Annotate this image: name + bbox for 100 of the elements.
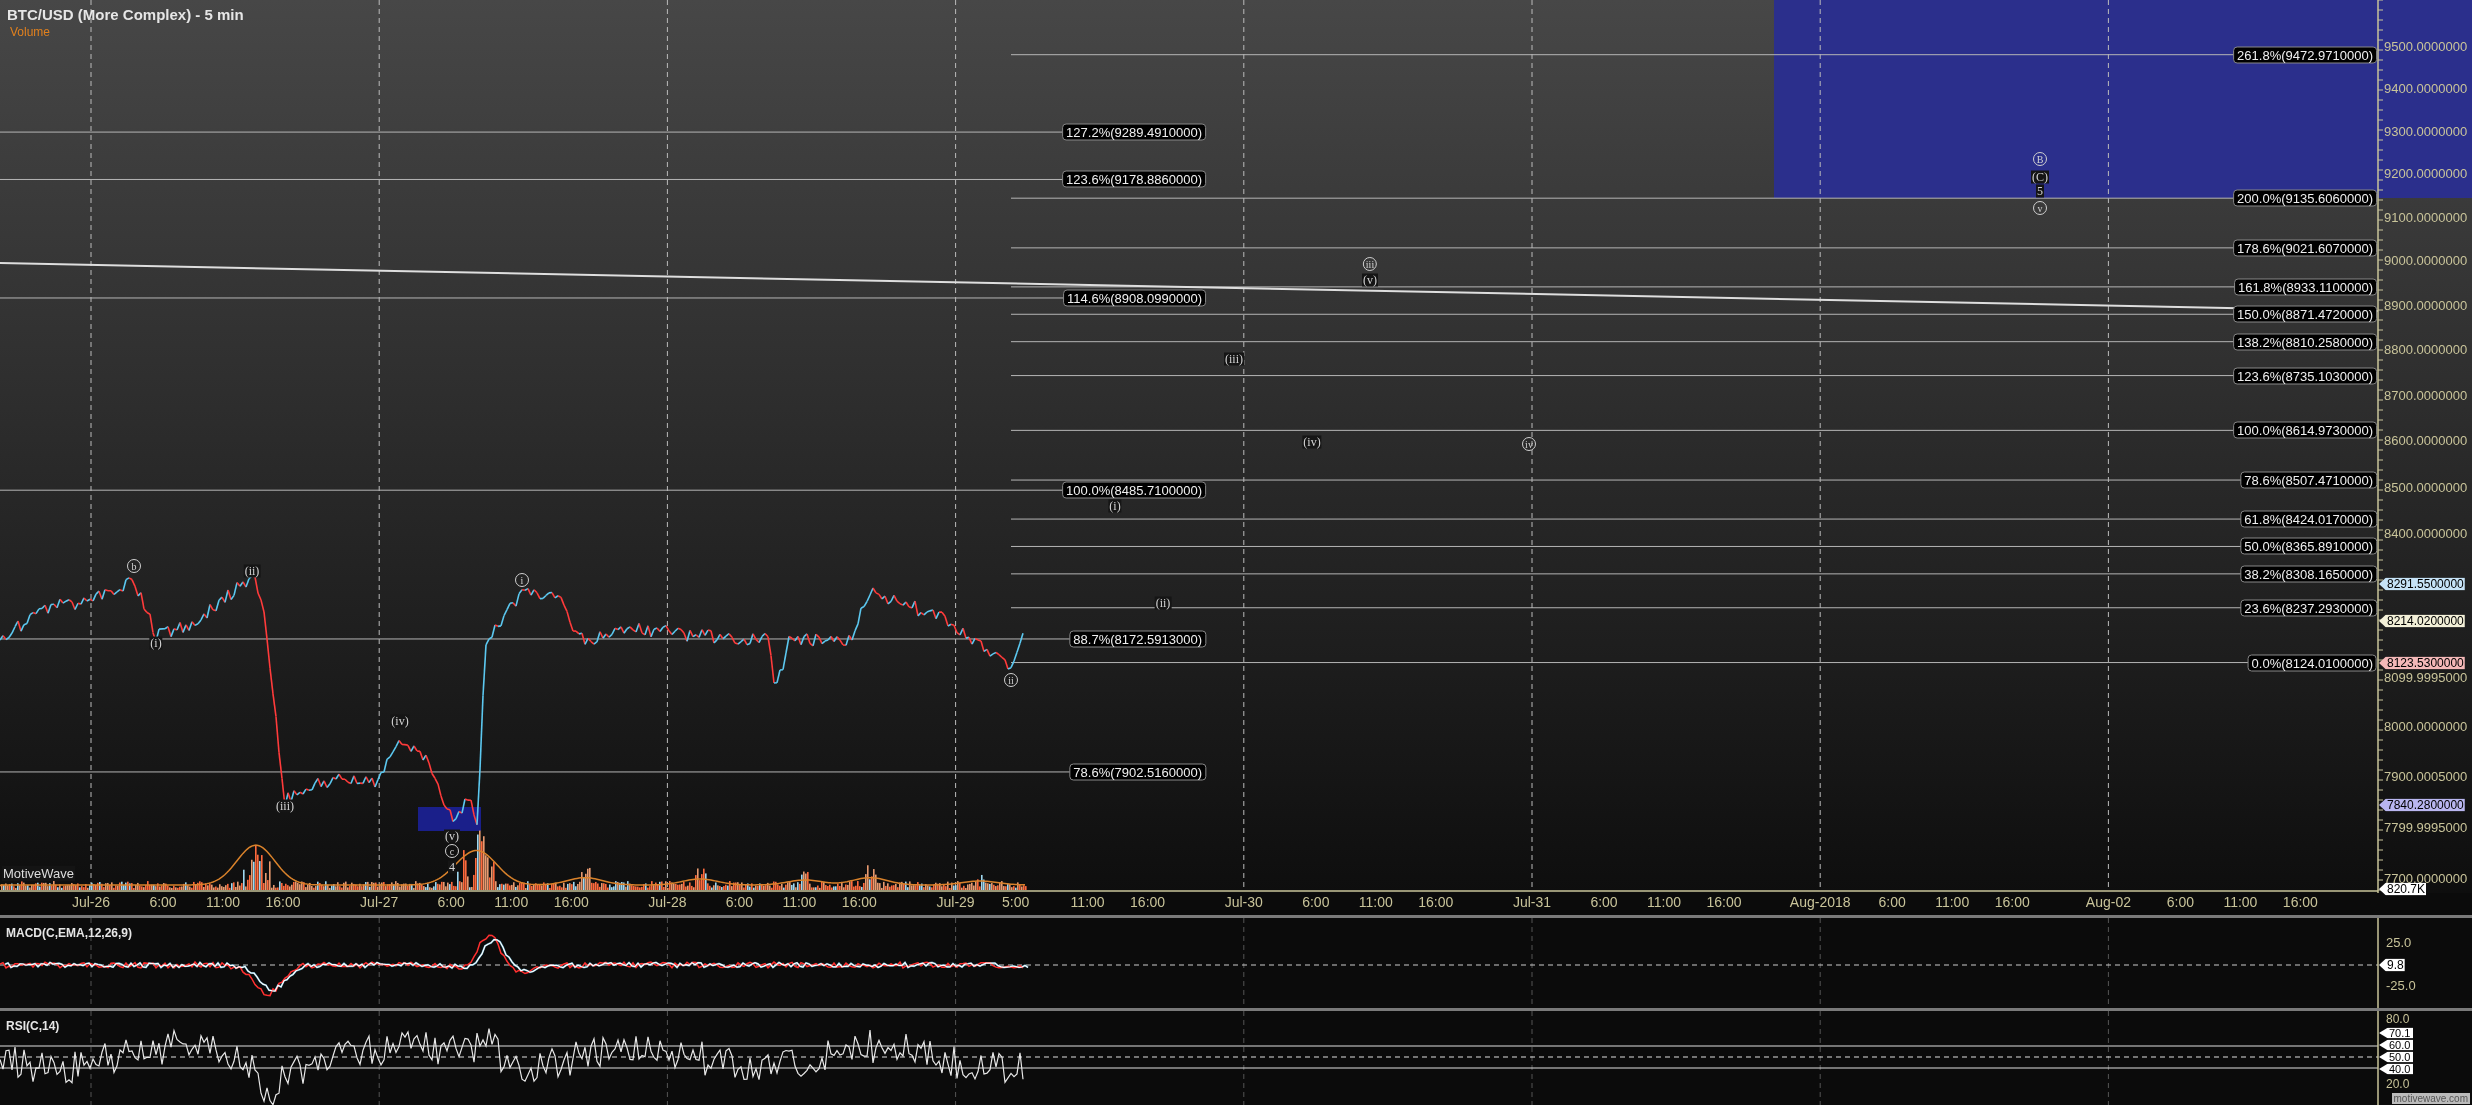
fib-level-label: 178.6%(9021.6070000)	[2233, 239, 2377, 257]
price-tag: 40.0	[2379, 1063, 2414, 1075]
wave-label: (i)	[1108, 499, 1122, 513]
price-tag: 8291.5500000	[2379, 577, 2465, 591]
fib-level-label: 61.8%(8424.0170000)	[2240, 510, 2377, 528]
price-axis-label: 8600.0000000	[2384, 433, 2468, 447]
time-axis-label: 6:00	[1302, 895, 1330, 910]
time-axis-label: Aug-02	[2085, 895, 2131, 910]
wave-label: (C)	[2031, 170, 2049, 184]
price-tag: 8214.0200000	[2379, 614, 2465, 628]
price-axis-label: 9500.0000000	[2384, 39, 2468, 53]
time-axis-label: Aug-2018	[1789, 895, 1851, 910]
price-tag: 60.0	[2379, 1039, 2414, 1051]
price-axis-label: 8000.0000000	[2384, 719, 2468, 733]
price-axis-label: 7700.0000000	[2384, 871, 2468, 885]
fib-level-label: 150.0%(8871.4720000)	[2233, 305, 2377, 323]
fib-level-label: 123.6%(9178.8860000)	[1062, 170, 1206, 188]
time-axis-label: 16:00	[841, 895, 877, 910]
time-axis-label: 6:00	[725, 895, 753, 910]
price-axis-label: 9000.0000000	[2384, 253, 2468, 267]
price-tag: 50.0	[2379, 1051, 2414, 1063]
price-tag: 8123.5300000	[2379, 656, 2465, 670]
price-tag: 9.8	[2379, 958, 2405, 972]
price-axis-label: 9300.0000000	[2384, 124, 2468, 138]
price-axis-label: 8400.0000000	[2384, 526, 2468, 540]
time-axis-label: 6:00	[1878, 895, 1906, 910]
fib-level-label: 38.2%(8308.1650000)	[2240, 565, 2377, 583]
time-axis-label: 11:00	[1647, 895, 1681, 910]
macd-axis-label: 25.0	[2386, 936, 2412, 950]
zone-marker	[418, 807, 481, 831]
volume-legend: Volume	[10, 23, 51, 41]
time-axis-label: 11:00	[782, 895, 817, 910]
time-axis-label: 11:00	[2223, 895, 2258, 910]
time-axis-label: 11:00	[1935, 895, 1970, 910]
time-axis-label: Jul-27	[360, 895, 399, 910]
price-axis-label: 8099.9995000	[2384, 670, 2468, 684]
fib-level-label: 261.8%(9472.9710000)	[2233, 46, 2377, 64]
time-axis-label: 16:00	[1418, 895, 1454, 910]
price-axis-label: 9200.0000000	[2384, 166, 2468, 180]
wave-label: (iii)	[275, 799, 295, 813]
time-axis-label: 16:00	[1130, 895, 1166, 910]
chart-title: BTC/USD (More Complex) - 5 min	[7, 5, 244, 25]
time-axis-label: 11:00	[1358, 895, 1393, 910]
rsi-title: RSI(C,14)	[6, 1018, 60, 1035]
time-axis-label: 16:00	[553, 895, 589, 910]
fib-level-label: 161.8%(8933.1100000)	[2234, 278, 2377, 296]
price-tag: 820.7K	[2379, 882, 2427, 896]
price-axis-label: 9400.0000000	[2384, 81, 2468, 95]
time-axis-label: Jul-26	[71, 895, 111, 910]
time-axis-label: 16:00	[1706, 895, 1742, 910]
fib-level-label: 78.6%(7902.5160000)	[1069, 763, 1206, 781]
fib-level-label: 0.0%(8124.0100000)	[2247, 654, 2377, 672]
price-axis-label: 8900.0000000	[2384, 298, 2468, 312]
wave-label: (iv)	[390, 714, 410, 728]
wave-label: (iv)	[1302, 435, 1322, 449]
wave-label: (v)	[1362, 273, 1378, 287]
price-axis-label: 8800.0000000	[2384, 342, 2468, 356]
price-axis-label: 7900.0005000	[2384, 769, 2468, 783]
wave-label: (ii)	[1154, 596, 1172, 610]
time-axis-label: Jul-29	[936, 895, 975, 910]
fib-level-label: 114.6%(8908.0990000)	[1063, 289, 1206, 307]
price-axis-label: 8700.0000000	[2384, 388, 2468, 401]
fib-level-label: 100.0%(8614.9730000)	[2233, 421, 2377, 439]
time-axis-label: 5:00	[1001, 895, 1030, 910]
macd-axis-label: -25.0	[2386, 979, 2416, 993]
fib-level-label: 200.0%(9135.6060000)	[2233, 189, 2377, 207]
price-tag: 7840.2800000	[2379, 798, 2465, 812]
rsi-axis-label: 80.0	[2386, 1013, 2410, 1025]
rsi-axis-label: 20.0	[2386, 1078, 2410, 1090]
time-axis-label: 11:00	[494, 895, 529, 910]
wave-label: 4	[448, 860, 456, 874]
time-axis-label: Jul-31	[1512, 895, 1552, 910]
time-axis-label: 6:00	[149, 895, 177, 910]
time-axis-label: 11:00	[206, 895, 240, 910]
fib-level-label: 127.2%(9289.4910000)	[1062, 123, 1206, 141]
wave-label: (ii)	[243, 564, 261, 578]
fib-level-label: 123.6%(8735.1030000)	[2233, 367, 2377, 385]
time-axis-label: Jul-30	[1224, 895, 1263, 910]
fib-level-label: 78.6%(8507.4710000)	[2240, 471, 2377, 489]
wave-label: (iii)	[1224, 352, 1244, 366]
time-axis-label: 16:00	[2282, 895, 2318, 910]
time-axis-label: 6:00	[2166, 895, 2194, 910]
wave-label: (v)	[444, 829, 460, 843]
price-axis-label: 9100.0000000	[2384, 210, 2468, 224]
time-axis-label: Jul-28	[648, 895, 687, 910]
fib-level-label: 100.0%(8485.7100000)	[1062, 481, 1206, 499]
fib-level-label: 138.2%(8810.2580000)	[2233, 333, 2377, 351]
fib-level-label: 23.6%(8237.2930000)	[2240, 599, 2377, 617]
time-axis-label: 16:00	[265, 895, 301, 910]
time-axis-label: 6:00	[437, 895, 465, 910]
price-axis-label: 7799.9995000	[2384, 820, 2468, 834]
fib-level-label: 88.7%(8172.5913000)	[1069, 630, 1206, 648]
wave-label: 5	[2036, 184, 2044, 198]
time-axis-label: 11:00	[1070, 895, 1105, 910]
fib-level-label: 50.0%(8365.8910000)	[2240, 537, 2377, 555]
brand-label: MotiveWave	[2, 866, 76, 881]
footer-label: motivewave.com	[2391, 1093, 2470, 1104]
time-axis-label: 6:00	[1590, 895, 1618, 910]
time-axis-label: 16:00	[1994, 895, 2030, 910]
macd-title: MACD(C,EMA,12,26,9)	[6, 925, 133, 942]
